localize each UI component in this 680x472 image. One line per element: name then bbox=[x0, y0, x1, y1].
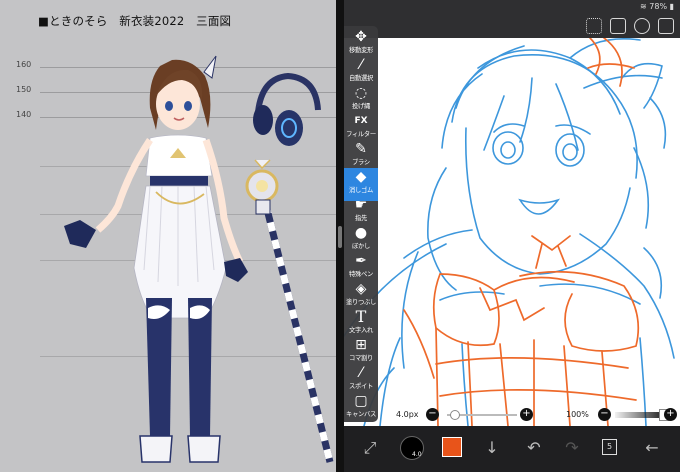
tool-palette: ✥ 移動変形 ⁄ 自動選択 ◌ 投げ縄 FX フィルター ✎ ブラシ ◆ 消しゴ… bbox=[344, 26, 378, 422]
staff-prop bbox=[245, 159, 334, 463]
opacity-decrease-button[interactable]: − bbox=[598, 408, 611, 421]
drawing-app-pane: ≋ 78% ▮ ✥ 移動変形 ⁄ 自動選択 ◌ 投げ縄 FX フィルター ✎ ブ… bbox=[344, 0, 680, 472]
opacity-increase-button[interactable]: + bbox=[664, 408, 677, 421]
eyedropper-icon: ⁄ bbox=[359, 365, 363, 381]
brush-icon: ✎ bbox=[355, 141, 367, 157]
special-pen-icon: ✒ bbox=[355, 253, 367, 269]
character-figure bbox=[64, 55, 248, 463]
brush-size-decrease-button[interactable]: − bbox=[426, 408, 439, 421]
blur-icon: ● bbox=[354, 225, 368, 241]
quick-menu-icon[interactable]: ⤢ bbox=[358, 436, 382, 460]
current-color-swatch[interactable] bbox=[442, 437, 462, 457]
brush-settings-strip: 4.0px − + 100% − + bbox=[378, 405, 680, 425]
layer-panel-icon[interactable] bbox=[610, 18, 626, 34]
headphones-prop bbox=[253, 72, 321, 146]
app-top-bar bbox=[344, 16, 680, 38]
undo-icon[interactable]: ↶ bbox=[522, 436, 546, 460]
magic-wand-icon: ⁄ bbox=[359, 57, 363, 73]
battery-icon: ▮ bbox=[669, 2, 674, 11]
material-icon[interactable] bbox=[634, 18, 650, 34]
status-bar: ≋ 78% ▮ bbox=[344, 0, 680, 16]
split-view-handle[interactable] bbox=[338, 226, 342, 248]
lasso-icon: ◌ bbox=[354, 85, 368, 101]
bottom-toolbar: ⤢ 4.0 ↓ ↶ ↷ 5 ← bbox=[344, 426, 680, 472]
battery-percent: 78% bbox=[649, 2, 668, 11]
brush-size-increase-button[interactable]: + bbox=[520, 408, 533, 421]
layer-count-button[interactable]: 5 bbox=[602, 439, 617, 455]
text-icon: T bbox=[355, 307, 367, 326]
gallery-icon[interactable] bbox=[658, 18, 674, 34]
ipad-split-screen: ■ときのそら 新衣装2022 三面図 160 150 140 ≋ 78% ▮ ✥… bbox=[0, 0, 680, 472]
redo-icon[interactable]: ↷ bbox=[560, 436, 584, 460]
fx-icon: FX bbox=[354, 116, 368, 126]
move-icon: ✥ bbox=[355, 29, 367, 45]
selection-icon[interactable] bbox=[586, 18, 602, 34]
brush-size-value: 4.0px bbox=[396, 410, 419, 419]
tool-canvas[interactable]: ▢ キャンバス bbox=[344, 392, 378, 425]
wifi-icon: ≋ bbox=[640, 2, 647, 11]
frame-divider-icon: ⊞ bbox=[355, 337, 367, 353]
back-arrow-icon[interactable]: ← bbox=[640, 436, 664, 460]
download-icon[interactable]: ↓ bbox=[480, 436, 504, 460]
canvas-icon: ▢ bbox=[354, 393, 368, 409]
finger-icon: ☛ bbox=[354, 197, 368, 213]
brush-opacity-value: 100% bbox=[566, 410, 589, 419]
eraser-icon: ◆ bbox=[355, 169, 367, 185]
brush-size-slider-handle[interactable] bbox=[450, 410, 460, 420]
fill-icon: ◈ bbox=[355, 281, 367, 297]
reference-sheet-pane[interactable]: ■ときのそら 新衣装2022 三面図 160 150 140 bbox=[0, 0, 336, 472]
character-reference-art bbox=[64, 55, 334, 463]
sketch-artwork bbox=[344, 38, 675, 426]
brush-preview-size: 4.0 bbox=[412, 451, 422, 458]
status-indicators: ≋ 78% ▮ bbox=[640, 2, 674, 11]
drawing-canvas[interactable] bbox=[344, 38, 680, 426]
orange-sketch-lines bbox=[403, 38, 640, 426]
